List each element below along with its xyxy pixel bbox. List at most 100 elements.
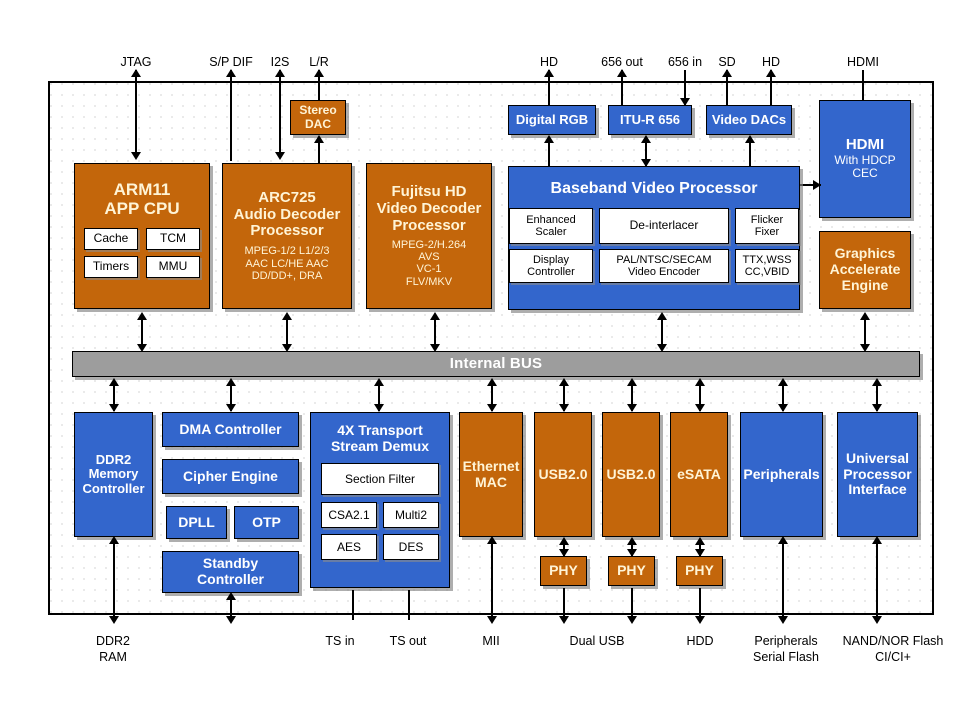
hdmi-line2: With HDCP bbox=[834, 152, 896, 167]
block-graphics-accelerate-engine[interactable]: Graphics Accelerate Engine bbox=[819, 231, 911, 309]
line-phy3-hdd bbox=[699, 588, 701, 618]
upi-line1: Universal bbox=[845, 449, 910, 466]
demux-line2: Stream Demux bbox=[330, 437, 430, 454]
block-usb20-2[interactable]: USB2.0 bbox=[602, 412, 660, 537]
fujitsu-line2: Video Decoder bbox=[376, 199, 482, 217]
arrowhead-sd-up bbox=[722, 69, 732, 77]
arrowhead-itur656-up bbox=[641, 135, 651, 143]
block-enhanced-scaler[interactable]: Enhanced Scaler bbox=[509, 207, 593, 244]
block-de-interlacer[interactable]: De-interlacer bbox=[599, 207, 729, 244]
arrowhead-656out-up bbox=[617, 69, 627, 77]
block-peripherals[interactable]: Peripherals bbox=[740, 412, 823, 537]
arrowhead-demux-down bbox=[374, 404, 384, 412]
internal-bus[interactable]: Internal BUS bbox=[72, 351, 920, 377]
block-esata[interactable]: eSATA bbox=[670, 412, 728, 537]
block-flicker-fixer[interactable]: Flicker Fixer bbox=[735, 207, 799, 244]
block-baseband-video-processor[interactable]: Baseband Video Processor Enhanced Scaler… bbox=[508, 166, 800, 310]
upi-line2: Processor bbox=[843, 465, 912, 482]
arm11-line1: ARM11 bbox=[113, 180, 171, 199]
pin-label-peripherals-flash: Peripherals Serial Flash bbox=[753, 634, 819, 665]
pin-label-656-in: 656 in bbox=[667, 55, 703, 69]
block-phy-3[interactable]: PHY bbox=[676, 556, 723, 586]
arc725-spec-2: AAC LC/HE AAC bbox=[245, 257, 329, 270]
block-dma-controller[interactable]: DMA Controller bbox=[162, 412, 299, 447]
arrowhead-dma-down bbox=[226, 404, 236, 412]
fujitsu-line1: Fujitsu HD bbox=[391, 183, 467, 201]
line-demux-tsin bbox=[352, 590, 354, 620]
arrowhead-hd-dac-up bbox=[766, 69, 776, 77]
block-universal-processor-interface[interactable]: Universal Processor Interface bbox=[837, 412, 918, 537]
block-multi2[interactable]: Multi2 bbox=[383, 502, 439, 529]
block-ddr2-memory-controller[interactable]: DDR2 Memory Controller bbox=[74, 412, 153, 537]
enhanced-scaler-line2: Scaler bbox=[535, 225, 567, 238]
phy1-label: PHY bbox=[549, 562, 578, 579]
block-dpll[interactable]: DPLL bbox=[166, 506, 227, 539]
video-encoder-line2: Video Encoder bbox=[628, 265, 700, 278]
graphics-line3: Engine bbox=[841, 276, 889, 293]
fujitsu-line3: Processor bbox=[392, 216, 466, 234]
arrowhead-upi-down bbox=[872, 404, 882, 412]
arrowhead-mii-up bbox=[487, 536, 497, 544]
block-ttx-wss-cc-vbid[interactable]: TTX,WSS CC,VBID bbox=[735, 248, 799, 283]
arrowhead-standby-up bbox=[226, 592, 236, 600]
block-display-controller[interactable]: Display Controller bbox=[509, 248, 593, 283]
line-jtag-arm11 bbox=[135, 83, 137, 158]
block-aes[interactable]: AES bbox=[321, 534, 377, 561]
block-cache[interactable]: Cache bbox=[84, 228, 138, 251]
arrowhead-usb2-down bbox=[627, 404, 637, 412]
peripherals-label: Peripherals bbox=[743, 465, 820, 482]
block-tcm[interactable]: TCM bbox=[146, 228, 200, 251]
arc725-line1: ARC725 bbox=[258, 188, 316, 206]
itur-656-label: ITU-R 656 bbox=[620, 111, 680, 127]
block-arc725-audio-decoder[interactable]: ARC725 Audio Decoder Processor MPEG-1/2 … bbox=[222, 163, 352, 309]
section-filter-label: Section Filter bbox=[344, 471, 416, 486]
block-video-encoder[interactable]: PAL/NTSC/SECAM Video Encoder bbox=[599, 248, 729, 283]
arrowhead-esata-phy-up bbox=[695, 537, 705, 545]
pin-label-hdmi: HDMI bbox=[847, 55, 879, 69]
block-cipher-engine[interactable]: Cipher Engine bbox=[162, 459, 299, 494]
mmu-label: MMU bbox=[158, 259, 188, 274]
block-usb20-1[interactable]: USB2.0 bbox=[534, 412, 592, 537]
line-hd-digitalrgb bbox=[548, 83, 550, 105]
block-hdmi[interactable]: HDMI With HDCP CEC bbox=[819, 100, 911, 218]
display-controller-line2: Controller bbox=[527, 265, 575, 278]
block-section-filter[interactable]: Section Filter bbox=[321, 463, 439, 496]
nand-nor-line1: NAND/NOR Flash bbox=[842, 634, 944, 648]
block-stereo-dac[interactable]: Stereo DAC bbox=[290, 100, 346, 135]
block-ethernet-mac[interactable]: Ethernet MAC bbox=[459, 412, 523, 537]
arrowhead-hd-rgb-up bbox=[544, 69, 554, 77]
block-itur-656[interactable]: ITU-R 656 bbox=[608, 105, 692, 135]
block-arm11-app-cpu[interactable]: ARM11 APP CPU Cache TCM Timers MMU bbox=[74, 163, 210, 309]
arrowhead-peripherals-up bbox=[778, 378, 788, 386]
arrowhead-periphout-up bbox=[778, 536, 788, 544]
block-des[interactable]: DES bbox=[383, 534, 439, 561]
block-digital-rgb[interactable]: Digital RGB bbox=[508, 105, 596, 135]
arrowhead-jtag-up bbox=[131, 69, 141, 77]
pin-label-dual-usb: Dual USB bbox=[569, 634, 625, 648]
arrowhead-usb1-phy-down bbox=[559, 549, 569, 557]
dpll-label: DPLL bbox=[178, 513, 215, 530]
block-phy-1[interactable]: PHY bbox=[540, 556, 587, 586]
line-ddr2-ram bbox=[113, 539, 115, 617]
aes-label: AES bbox=[336, 539, 361, 554]
bvp-title: Baseband Video Processor bbox=[550, 180, 758, 197]
block-otp[interactable]: OTP bbox=[234, 506, 299, 539]
arrowhead-i2s-up bbox=[275, 69, 285, 77]
line-ethernet-mii bbox=[491, 539, 493, 617]
block-transport-stream-demux[interactable]: 4X Transport Stream Demux Section Filter… bbox=[310, 412, 450, 588]
block-timers[interactable]: Timers bbox=[84, 256, 138, 279]
block-csa21[interactable]: CSA2.1 bbox=[321, 502, 377, 529]
block-standby-controller[interactable]: Standby Controller bbox=[162, 551, 299, 593]
line-i2s-arc725 bbox=[279, 83, 281, 158]
block-mmu[interactable]: MMU bbox=[146, 256, 200, 279]
block-phy-2[interactable]: PHY bbox=[608, 556, 655, 586]
ddr2-line3: Controller bbox=[82, 480, 145, 496]
arrowhead-hdd-down bbox=[695, 616, 705, 624]
esata-label: eSATA bbox=[677, 465, 721, 482]
csa21-label: CSA2.1 bbox=[328, 507, 370, 522]
flicker-fixer-line1: Flicker bbox=[750, 213, 784, 226]
digital-rgb-label: Digital RGB bbox=[515, 111, 589, 127]
block-video-dacs[interactable]: Video DACs bbox=[706, 105, 792, 135]
block-fujitsu-video-decoder[interactable]: Fujitsu HD Video Decoder Processor MPEG-… bbox=[366, 163, 492, 309]
arrowhead-usbout1-down bbox=[559, 616, 569, 624]
